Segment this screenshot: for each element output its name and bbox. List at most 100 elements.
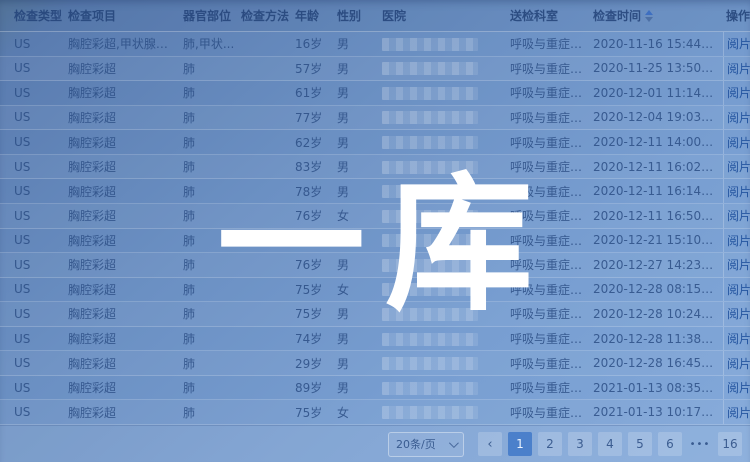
cell-age: 89岁 [295, 379, 337, 396]
cell-gender: 男 [337, 379, 382, 396]
view-images-link[interactable]: 阅片 [727, 84, 750, 101]
page-button-6[interactable]: 6 [658, 432, 682, 456]
table-row[interactable]: US 胸腔彩超 肺 29岁 男 呼吸与重症医... 2020-12-28 16:… [0, 351, 750, 376]
view-images-link[interactable]: 阅片 [727, 109, 750, 126]
table-row[interactable]: US 胸腔彩超 肺 61岁 男 呼吸与重症医... 2020-12-01 11:… [0, 81, 750, 106]
cell-department: 呼吸与重症医... [510, 379, 593, 396]
cell-department: 呼吸与重症医... [510, 404, 593, 421]
cell-exam-time: 2020-12-28 11:38:11 [593, 332, 723, 346]
cell-exam-time: 2020-12-11 16:14:49 [593, 184, 723, 198]
hospital-redaction-block [382, 210, 478, 223]
view-images-link[interactable]: 阅片 [727, 379, 750, 396]
view-images-link[interactable]: 阅片 [727, 158, 750, 175]
cell-gender: 男 [337, 35, 382, 52]
table-row[interactable]: US 胸腔彩超 肺 75岁 男 呼吸与重症医... 2020-12-28 10:… [0, 302, 750, 327]
cell-hospital [382, 405, 510, 419]
cell-gender: 男 [337, 355, 382, 372]
cell-exam-type: US [14, 258, 68, 272]
cell-department: 呼吸与重症医... [510, 281, 593, 298]
cell-exam-time: 2020-11-25 13:50:01 [593, 61, 723, 75]
view-images-link[interactable]: 阅片 [727, 60, 750, 77]
table-row[interactable]: US 胸腔彩超 肺 76岁 男 呼吸与重症医... 2020-12-27 14:… [0, 253, 750, 278]
page-button-5[interactable]: 5 [628, 432, 652, 456]
page-button-4[interactable]: 4 [598, 432, 622, 456]
col-header-action: 操作 [723, 0, 750, 31]
cell-exam-time: 2020-12-11 14:00:14 [593, 135, 723, 149]
hospital-redaction-block [382, 185, 478, 198]
cell-exam-item: 胸腔彩超 [68, 256, 183, 273]
cell-age: 75岁 [295, 404, 337, 421]
hospital-redaction-block [382, 333, 478, 346]
cell-exam-type: US [14, 160, 68, 174]
sort-desc-caret-icon[interactable] [645, 17, 653, 22]
cell-exam-type: US [14, 381, 68, 395]
cell-hospital [382, 86, 510, 100]
cell-age: 75岁 [295, 281, 337, 298]
page-button-16[interactable]: 16 [718, 432, 742, 456]
page-button-3[interactable]: 3 [568, 432, 592, 456]
cell-hospital [382, 381, 510, 395]
view-images-link[interactable]: 阅片 [727, 330, 750, 347]
cell-exam-item: 胸腔彩超 [68, 330, 183, 347]
cell-exam-item: 胸腔彩超 [68, 183, 183, 200]
cell-organ: 肺 [183, 281, 241, 298]
view-images-link[interactable]: 阅片 [727, 355, 750, 372]
cell-exam-time: 2020-12-28 08:15:51 [593, 282, 723, 296]
col-header-hospital: 医院 [382, 7, 510, 24]
page-button-1[interactable]: 1 [508, 432, 532, 456]
view-images-link[interactable]: 阅片 [727, 281, 750, 298]
page-size-select[interactable]: 20条/页 [388, 432, 464, 457]
hospital-redaction-block [382, 234, 478, 247]
table-row[interactable]: US 胸腔彩超 肺 57岁 男 呼吸与重症医... 2020-11-25 13:… [0, 57, 750, 82]
cell-hospital [382, 282, 510, 296]
cell-exam-time: 2020-12-11 16:02:05 [593, 160, 723, 174]
sort-asc-caret-icon[interactable] [645, 10, 653, 15]
view-images-link[interactable]: 阅片 [727, 134, 750, 151]
table-row[interactable]: US 胸腔彩超 肺 74岁 男 呼吸与重症医... 2020-12-28 11:… [0, 327, 750, 352]
table-row[interactable]: US 胸腔彩超 肺 62岁 男 呼吸与重症医... 2020-12-11 14:… [0, 130, 750, 155]
cell-department: 呼吸与重症医... [510, 60, 593, 77]
exam-list-screen: 检查类型 检查项目 器官部位 检查方法 年龄 性别 医院 送检科室 检查时间 操… [0, 0, 750, 462]
cell-hospital [382, 160, 510, 174]
hospital-redaction-block [382, 111, 478, 124]
table-row[interactable]: US 胸腔彩超 肺 75岁 女 呼吸与重症医... 2021-01-13 10:… [0, 400, 750, 425]
cell-hospital [382, 307, 510, 321]
hospital-redaction-block [382, 308, 478, 321]
sort-carets-icon[interactable] [645, 10, 653, 22]
view-images-link[interactable]: 阅片 [727, 183, 750, 200]
cell-gender: 男 [337, 232, 382, 249]
prev-page-button[interactable]: ‹ [478, 432, 502, 456]
view-images-link[interactable]: 阅片 [727, 256, 750, 273]
cell-age: 16岁 [295, 35, 337, 52]
view-images-link[interactable]: 阅片 [727, 35, 750, 52]
table-row[interactable]: US 胸腔彩超,甲状腺彩超 肺,甲状... 16岁 男 呼吸与重症医... 20… [0, 32, 750, 57]
table-row[interactable]: US 胸腔彩超 肺 83岁 男 呼吸与重症医... 2020-12-11 16:… [0, 155, 750, 180]
page-button-2[interactable]: 2 [538, 432, 562, 456]
table-row[interactable]: US 胸腔彩超 肺 75岁 女 呼吸与重症医... 2020-12-28 08:… [0, 278, 750, 303]
view-images-link[interactable]: 阅片 [727, 305, 750, 322]
view-images-link[interactable]: 阅片 [727, 207, 750, 224]
table-row[interactable]: US 胸腔彩超 肺 77岁 男 呼吸与重症医... 2020-12-04 19:… [0, 106, 750, 131]
view-images-link[interactable]: 阅片 [727, 232, 750, 249]
cell-exam-time: 2021-01-13 10:17:16 [593, 405, 723, 419]
table-row[interactable]: US 胸腔彩超 肺 76岁 女 呼吸与重症医... 2020-12-11 16:… [0, 204, 750, 229]
table-row[interactable]: US 胸腔彩超 肺 78岁 男 呼吸与重症医... 2020-12-11 16:… [0, 179, 750, 204]
cell-exam-type: US [14, 209, 68, 223]
cell-department: 呼吸与重症医... [510, 109, 593, 126]
table-row[interactable]: US 胸腔彩超 肺 89岁 男 呼吸与重症医... 2021-01-13 08:… [0, 376, 750, 401]
col-header-exam-time[interactable]: 检查时间 [593, 7, 723, 24]
cell-department: 呼吸与重症医... [510, 183, 593, 200]
cell-department: 呼吸与重症医... [510, 256, 593, 273]
cell-exam-time: 2020-12-04 19:03:24 [593, 110, 723, 124]
more-pages-ellipsis[interactable]: ••• [688, 432, 712, 456]
cell-exam-time: 2020-12-28 16:45:18 [593, 356, 723, 370]
table-row[interactable]: US 胸腔彩超 肺 66岁 男 呼吸与重症医... 2020-12-21 15:… [0, 229, 750, 254]
view-images-link[interactable]: 阅片 [727, 404, 750, 421]
cell-exam-type: US [14, 61, 68, 75]
cell-age: 74岁 [295, 330, 337, 347]
cell-exam-item: 胸腔彩超 [68, 232, 183, 249]
cell-exam-time: 2020-12-28 10:24:30 [593, 307, 723, 321]
cell-exam-type: US [14, 86, 68, 100]
cell-hospital [382, 209, 510, 223]
hospital-redaction-block [382, 161, 478, 174]
